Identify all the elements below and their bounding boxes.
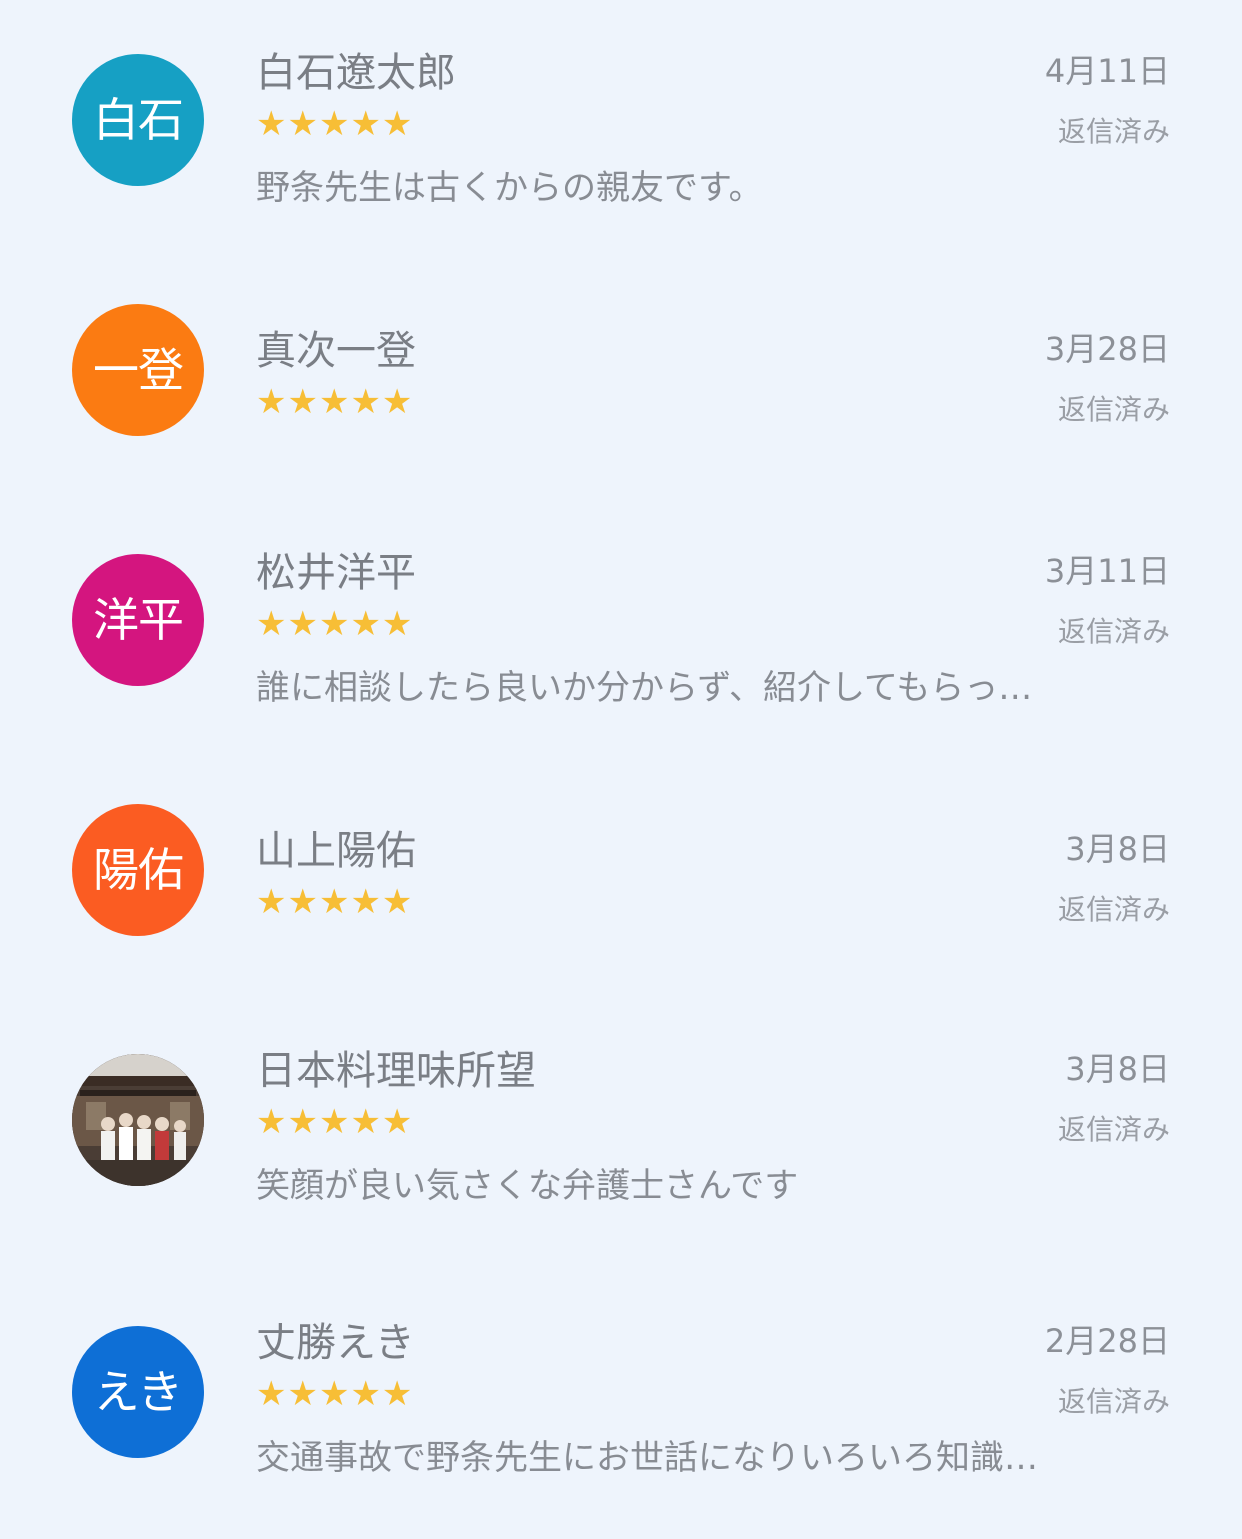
review-date: 3月11日: [1044, 552, 1170, 590]
review-item[interactable]: 陽佑 山上陽佑 ★★★★★ 3月8日 返信済み: [0, 804, 1242, 1058]
reply-status: 返信済み: [1057, 1113, 1170, 1146]
reply-status: 返信済み: [1057, 115, 1170, 148]
star-rating: ★★★★★: [256, 382, 414, 422]
avatar-photo: [72, 1054, 204, 1186]
reviewer-name: 松井洋平: [256, 550, 416, 596]
review-item[interactable]: 日本料理味所望 ★★★★★ 笑顔が良い気さくな弁護士さんです 3月8日 返信済み: [0, 1038, 1242, 1278]
star-rating: ★★★★★: [256, 1374, 414, 1414]
reply-status: 返信済み: [1057, 393, 1170, 426]
star-rating: ★★★★★: [256, 104, 414, 144]
reviewer-name: 山上陽佑: [256, 828, 416, 874]
star-rating: ★★★★★: [256, 604, 414, 644]
review-list: 白石 白石遼太郎 ★★★★★ 野条先生は古くからの親友です。 4月11日 返信済…: [0, 0, 1242, 1539]
avatar: 洋平: [72, 554, 204, 686]
reviewer-name: 白石遼太郎: [256, 50, 456, 96]
review-date: 2月28日: [1044, 1322, 1170, 1360]
review-date: 3月8日: [1065, 830, 1170, 868]
reply-status: 返信済み: [1057, 615, 1170, 648]
avatar: 白石: [72, 54, 204, 186]
avatar: 一登: [72, 304, 204, 436]
reviewer-name: 丈勝えき: [256, 1320, 415, 1366]
avatar: 陽佑: [72, 804, 204, 936]
review-item[interactable]: 洋平 松井洋平 ★★★★★ 誰に相談したら良いか分からず、紹介してもらっ… 3月…: [0, 540, 1242, 780]
star-rating: ★★★★★: [256, 1102, 414, 1142]
review-date: 3月28日: [1044, 330, 1170, 368]
reviewer-name: 日本料理味所望: [256, 1048, 536, 1094]
review-date: 4月11日: [1044, 52, 1170, 90]
reviewer-name: 真次一登: [256, 328, 416, 374]
review-date: 3月8日: [1065, 1050, 1170, 1088]
reply-status: 返信済み: [1057, 893, 1170, 926]
review-item[interactable]: 一登 真次一登 ★★★★★ 3月28日 返信済み: [0, 304, 1242, 558]
review-item[interactable]: 白石 白石遼太郎 ★★★★★ 野条先生は古くからの親友です。 4月11日 返信済…: [0, 40, 1242, 280]
storefront-photo-icon: [72, 1054, 204, 1186]
reply-status: 返信済み: [1057, 1385, 1170, 1418]
review-comment: 誰に相談したら良いか分からず、紹介してもらっ…: [256, 668, 1033, 708]
review-comment: 交通事故で野条先生にお世話になりいろいろ知識…: [256, 1438, 1038, 1478]
review-comment: 笑顔が良い気さくな弁護士さんです: [256, 1166, 799, 1206]
review-comment: 野条先生は古くからの親友です。: [256, 168, 763, 208]
star-rating: ★★★★★: [256, 882, 414, 922]
avatar: えき: [72, 1326, 204, 1458]
review-item[interactable]: えき 丈勝えき ★★★★★ 交通事故で野条先生にお世話になりいろいろ知識… 2月…: [0, 1310, 1242, 1539]
